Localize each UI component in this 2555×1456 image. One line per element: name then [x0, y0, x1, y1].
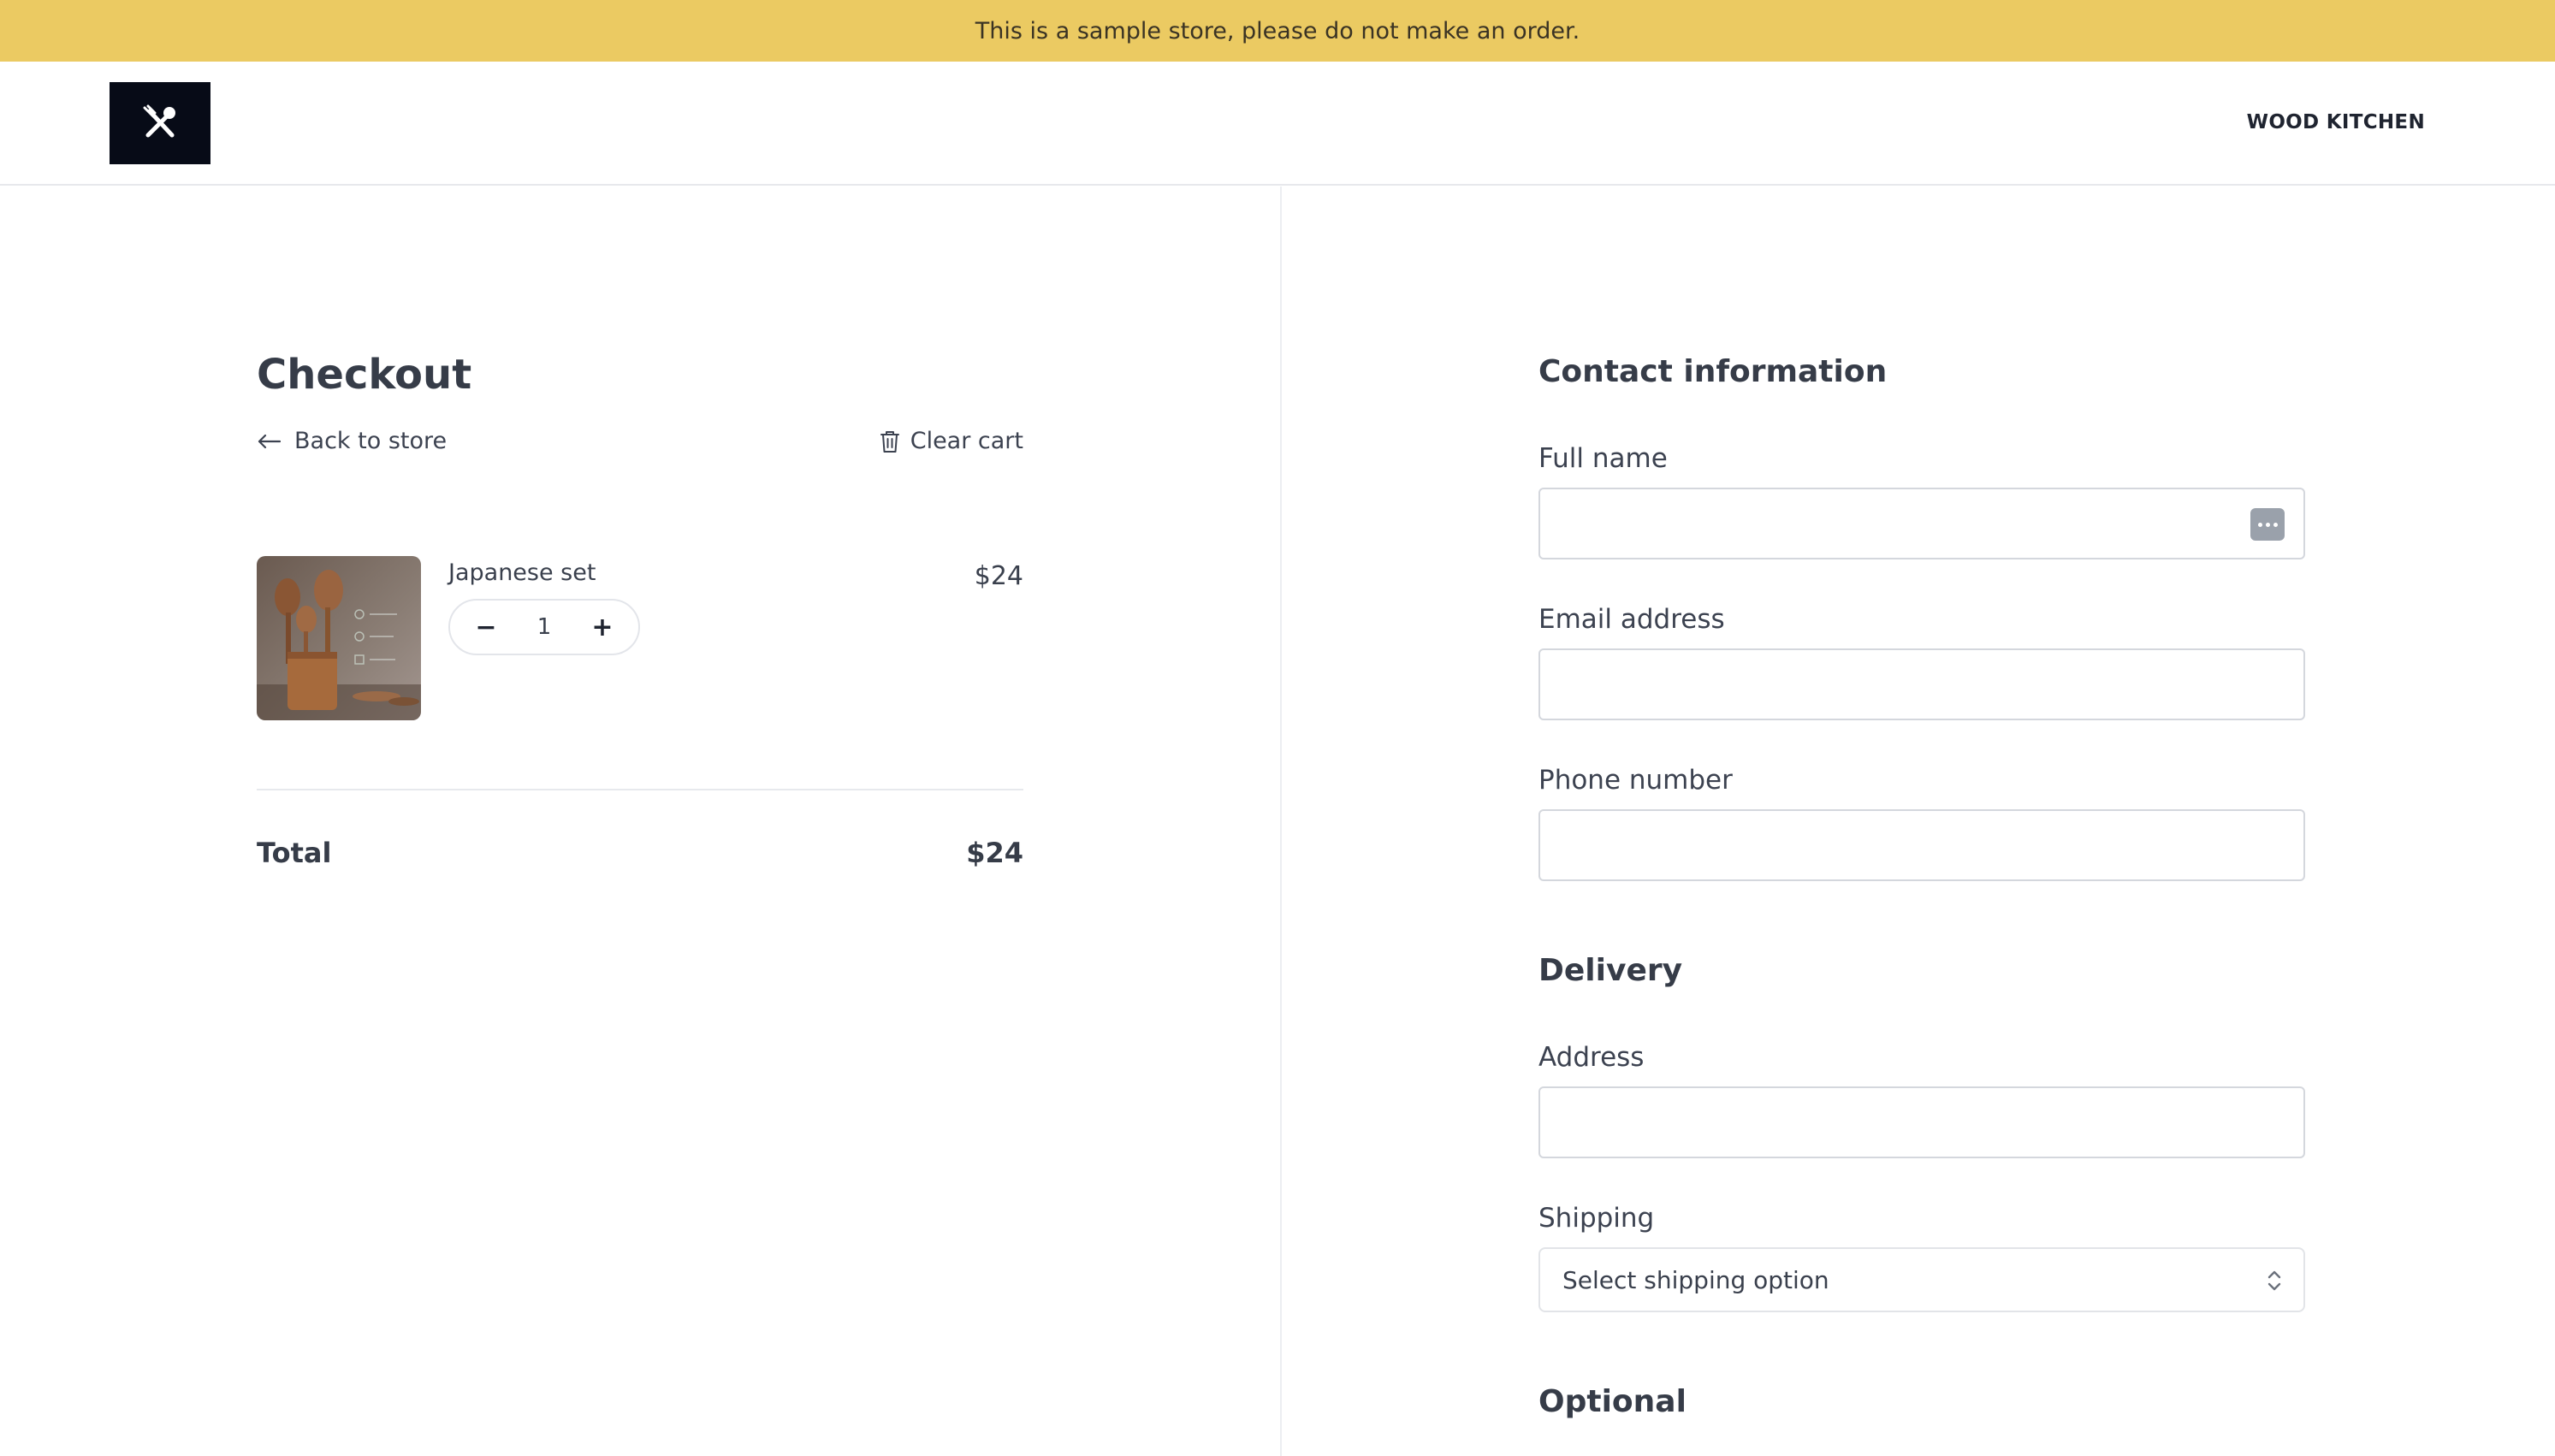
pane-divider: [1280, 186, 1282, 1456]
store-name-link[interactable]: WOOD KITCHEN: [2247, 111, 2425, 133]
arrow-left-icon: [258, 434, 281, 448]
shipping-select[interactable]: Select shipping option: [1538, 1247, 2305, 1312]
back-to-store-link[interactable]: Back to store: [257, 428, 447, 454]
site-header: WOOD KITCHEN: [0, 62, 2555, 186]
phone-number-field: [1538, 809, 2305, 881]
utensils-icon: [143, 104, 175, 138]
full-name-label: Full name: [1538, 443, 1668, 474]
total-label: Total: [257, 837, 332, 869]
quantity-stepper: − 1 +: [448, 599, 640, 655]
product-name: Japanese set: [448, 559, 596, 586]
full-name-field: [1538, 488, 2305, 559]
optional-heading: Optional: [1538, 1384, 1687, 1419]
email-address-label: Email address: [1538, 604, 1725, 635]
full-name-input[interactable]: [1540, 489, 2303, 558]
increase-quantity-button[interactable]: +: [587, 612, 618, 642]
delivery-heading: Delivery: [1538, 953, 1683, 988]
phone-number-label: Phone number: [1538, 765, 1733, 796]
decrease-quantity-button[interactable]: −: [471, 612, 501, 642]
wooden-spoons-photo: [257, 556, 421, 720]
address-label: Address: [1538, 1042, 1645, 1073]
store-logo[interactable]: [110, 82, 210, 164]
product-price: $24: [974, 561, 1023, 591]
product-image-japanese-set[interactable]: [257, 556, 421, 720]
shipping-selected-value: Select shipping option: [1562, 1265, 1829, 1294]
phone-input[interactable]: [1540, 811, 2303, 879]
clear-cart-button[interactable]: Clear cart: [880, 428, 1023, 454]
summary-divider: [257, 789, 1023, 790]
email-input[interactable]: [1540, 650, 2303, 719]
page-title: Checkout: [257, 351, 472, 399]
trash-icon: [880, 430, 899, 453]
quantity-value: 1: [536, 614, 552, 640]
address-input[interactable]: [1540, 1088, 2303, 1157]
clear-cart-label: Clear cart: [910, 428, 1023, 454]
total-value: $24: [966, 837, 1023, 869]
banner-text: This is a sample store, please do not ma…: [975, 17, 1580, 44]
chevron-up-down-icon: [2267, 1270, 2281, 1291]
autofill-icon[interactable]: [2250, 508, 2285, 541]
shipping-label: Shipping: [1538, 1203, 1655, 1234]
email-address-field: [1538, 648, 2305, 720]
sample-store-banner: This is a sample store, please do not ma…: [0, 0, 2555, 62]
address-field: [1538, 1086, 2305, 1158]
back-to-store-label: Back to store: [294, 428, 448, 454]
contact-information-heading: Contact information: [1538, 354, 1888, 389]
